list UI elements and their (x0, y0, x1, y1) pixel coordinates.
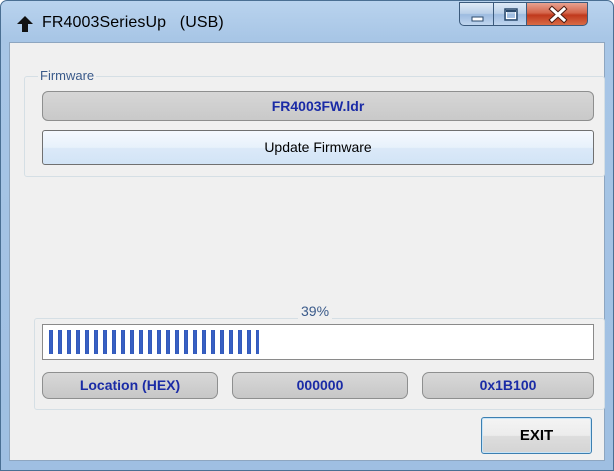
close-button[interactable] (526, 2, 588, 26)
progress-percent-label: 39% (298, 304, 333, 319)
title-bar[interactable]: FR4003SeriesUp (USB) (1, 1, 613, 41)
progress-bar-fill (47, 330, 259, 354)
location-value: 000000 (232, 372, 408, 399)
minimize-icon (471, 16, 484, 22)
progress-bar (42, 324, 594, 360)
exit-button[interactable]: EXIT (481, 417, 592, 454)
firmware-group-label: Firmware (38, 68, 97, 83)
maximize-button[interactable] (493, 2, 527, 26)
maximize-icon (504, 8, 518, 21)
window-title: FR4003SeriesUp (USB) (42, 14, 224, 31)
location-size: 0x1B100 (422, 372, 594, 399)
close-icon (548, 5, 568, 24)
up-arrow-icon (16, 15, 34, 33)
location-label: Location (HEX) (42, 372, 218, 399)
minimize-button[interactable] (459, 2, 494, 26)
update-firmware-button[interactable]: Update Firmware (42, 130, 594, 165)
firmware-file-field: FR4003FW.ldr (42, 91, 594, 121)
